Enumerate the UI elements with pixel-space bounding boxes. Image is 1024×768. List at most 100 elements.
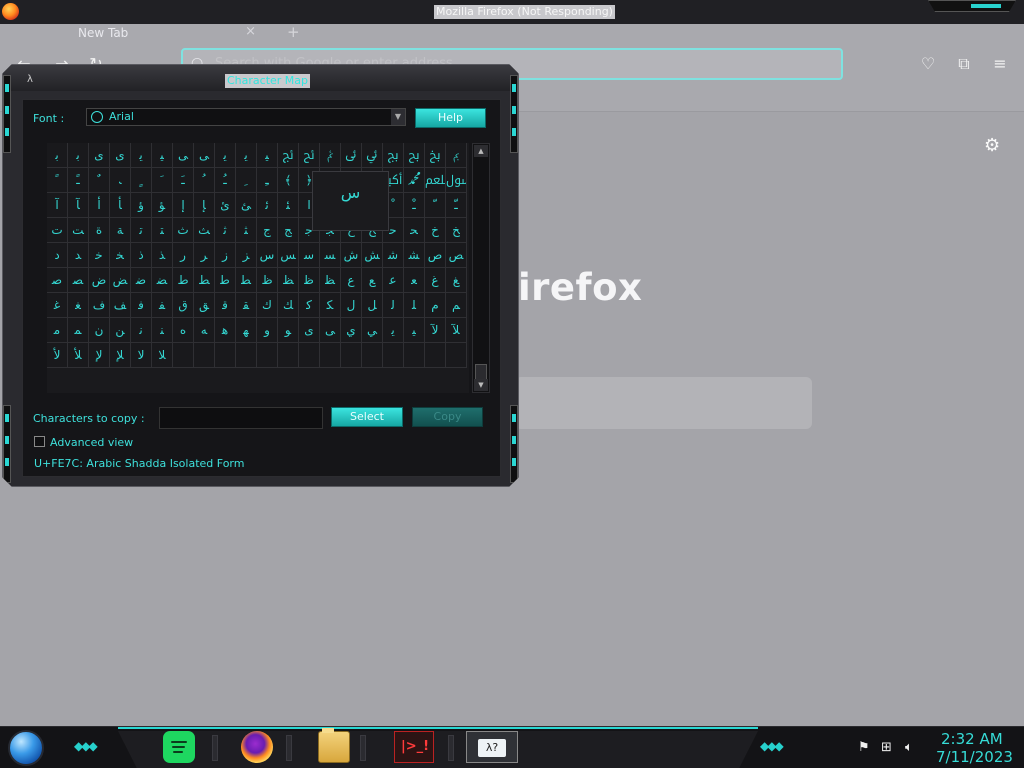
- copy-button[interactable]: Copy: [412, 407, 483, 427]
- char-cell[interactable]: ﻹ: [89, 343, 110, 368]
- char-cell[interactable]: ﻑ: [89, 293, 110, 318]
- char-cell[interactable]: ﺚ: [194, 218, 215, 243]
- char-cell[interactable]: ﹴ: [131, 168, 152, 193]
- tab-new-tab[interactable]: New Tab ×: [44, 24, 289, 44]
- char-cell[interactable]: ﺪ: [68, 243, 89, 268]
- char-cell[interactable]: ﹹ: [215, 168, 236, 193]
- char-cell[interactable]: ﺶ: [362, 243, 383, 268]
- char-cell[interactable]: ﹿ: [404, 193, 425, 218]
- char-cell[interactable]: ﻉ: [341, 268, 362, 293]
- menu-icon[interactable]: ≡: [990, 54, 1010, 74]
- char-cell[interactable]: ﺱ: [257, 243, 278, 268]
- character-map-taskbar-icon[interactable]: λ?: [466, 731, 518, 763]
- char-cell[interactable]: ﰃ: [341, 143, 362, 168]
- char-cell[interactable]: ﺨ: [110, 243, 131, 268]
- char-cell[interactable]: ﺋ: [257, 193, 278, 218]
- char-cell[interactable]: ﺑ: [68, 143, 89, 168]
- char-cell[interactable]: ﻤ: [68, 318, 89, 343]
- char-cell[interactable]: ﺴ: [320, 243, 341, 268]
- char-cell[interactable]: ﹲ: [89, 168, 110, 193]
- char-cell[interactable]: ﻝ: [341, 293, 362, 318]
- newtab-search-box[interactable]: [515, 377, 812, 429]
- char-cell[interactable]: ﺿ: [131, 268, 152, 293]
- char-cell[interactable]: ﺉ: [215, 193, 236, 218]
- charmap-titlebar[interactable]: λ Character Map: [3, 65, 518, 91]
- char-cell[interactable]: ﴾: [278, 168, 299, 193]
- char-cell[interactable]: [194, 343, 215, 368]
- char-cell[interactable]: ﺾ: [110, 268, 131, 293]
- char-cell[interactable]: ﯾ: [131, 143, 152, 168]
- char-cell[interactable]: ﺹ: [425, 243, 446, 268]
- char-cell[interactable]: ﻨ: [152, 318, 173, 343]
- char-cell[interactable]: ﻈ: [320, 268, 341, 293]
- scroll-down-icon[interactable]: ▼: [474, 379, 488, 391]
- char-cell[interactable]: ﺛ: [215, 218, 236, 243]
- clock-time[interactable]: 2:32 AM: [941, 730, 1003, 748]
- char-cell[interactable]: ﻼ: [152, 343, 173, 368]
- char-cell[interactable]: ﺞ: [278, 218, 299, 243]
- char-cell[interactable]: ﺗ: [131, 218, 152, 243]
- window-controls-ornament[interactable]: [928, 0, 1016, 12]
- char-cell[interactable]: ﺖ: [68, 218, 89, 243]
- char-cell[interactable]: ﰆ: [404, 143, 425, 168]
- char-cell[interactable]: ﺔ: [110, 218, 131, 243]
- char-cell[interactable]: ﺁ: [47, 193, 68, 218]
- char-cell[interactable]: [383, 343, 404, 368]
- char-cell[interactable]: ﷶ: [446, 168, 467, 193]
- char-cell[interactable]: ﻋ: [383, 268, 404, 293]
- char-cell[interactable]: ﻭ: [257, 318, 278, 343]
- char-cell[interactable]: ﻛ: [299, 293, 320, 318]
- char-cell[interactable]: ﻠ: [404, 293, 425, 318]
- char-cell[interactable]: ﻅ: [257, 268, 278, 293]
- char-cell[interactable]: ﹳ: [110, 168, 131, 193]
- char-cell[interactable]: ﻥ: [89, 318, 110, 343]
- char-cell[interactable]: ﻃ: [215, 268, 236, 293]
- char-cell[interactable]: ﻱ: [341, 318, 362, 343]
- char-cell[interactable]: ﻄ: [236, 268, 257, 293]
- char-cell[interactable]: ﻟ: [383, 293, 404, 318]
- char-cell[interactable]: ﻪ: [194, 318, 215, 343]
- char-cell[interactable]: ﺜ: [236, 218, 257, 243]
- char-cell[interactable]: ﺵ: [341, 243, 362, 268]
- char-cell[interactable]: ﻦ: [110, 318, 131, 343]
- grid-scrollbar[interactable]: ▲ ▼: [472, 143, 490, 393]
- char-cell[interactable]: ﹷ: [173, 168, 194, 193]
- settings-gear-icon[interactable]: ⚙: [984, 135, 1000, 156]
- char-cell[interactable]: ﺧ: [89, 243, 110, 268]
- char-cell[interactable]: ﺬ: [152, 243, 173, 268]
- char-cell[interactable]: ﻰ: [320, 318, 341, 343]
- char-cell[interactable]: ﺮ: [194, 243, 215, 268]
- char-cell[interactable]: ﺓ: [89, 218, 110, 243]
- char-cell[interactable]: ﻡ: [425, 293, 446, 318]
- font-dropdown[interactable]: Arial ▼: [86, 108, 406, 126]
- char-cell[interactable]: ﺃ: [89, 193, 110, 218]
- char-cell[interactable]: ﻮ: [278, 318, 299, 343]
- char-cell[interactable]: ﺅ: [131, 193, 152, 218]
- char-cell[interactable]: ﷴ: [404, 168, 425, 193]
- firefox-icon[interactable]: [241, 731, 273, 763]
- char-cell[interactable]: ﰀ: [278, 143, 299, 168]
- char-cell[interactable]: ﰇ: [425, 143, 446, 168]
- char-cell[interactable]: ﻊ: [362, 268, 383, 293]
- char-cell[interactable]: [215, 343, 236, 368]
- char-cell[interactable]: [173, 343, 194, 368]
- char-cell[interactable]: ﻇ: [299, 268, 320, 293]
- char-cell[interactable]: ﻸ: [68, 343, 89, 368]
- char-cell[interactable]: ﺰ: [236, 243, 257, 268]
- char-cell[interactable]: ﺲ: [278, 243, 299, 268]
- char-cell[interactable]: ﻘ: [236, 293, 257, 318]
- char-cell[interactable]: ﹶ: [152, 168, 173, 193]
- char-cell[interactable]: [446, 343, 467, 368]
- flag-icon[interactable]: ⚑: [858, 740, 870, 755]
- char-cell[interactable]: ﰄ: [362, 143, 383, 168]
- file-manager-icon[interactable]: [318, 728, 350, 763]
- char-cell[interactable]: ﺳ: [299, 243, 320, 268]
- char-cell[interactable]: ﺄ: [110, 193, 131, 218]
- char-cell[interactable]: ﹰ: [47, 168, 68, 193]
- char-cell[interactable]: ﻫ: [215, 318, 236, 343]
- char-cell[interactable]: ﷵ: [425, 168, 446, 193]
- char-cell[interactable]: ﻔ: [152, 293, 173, 318]
- tab-close-icon[interactable]: ×: [245, 23, 256, 41]
- char-cell[interactable]: ﻺ: [110, 343, 131, 368]
- pocket-icon[interactable]: ♡: [918, 54, 938, 74]
